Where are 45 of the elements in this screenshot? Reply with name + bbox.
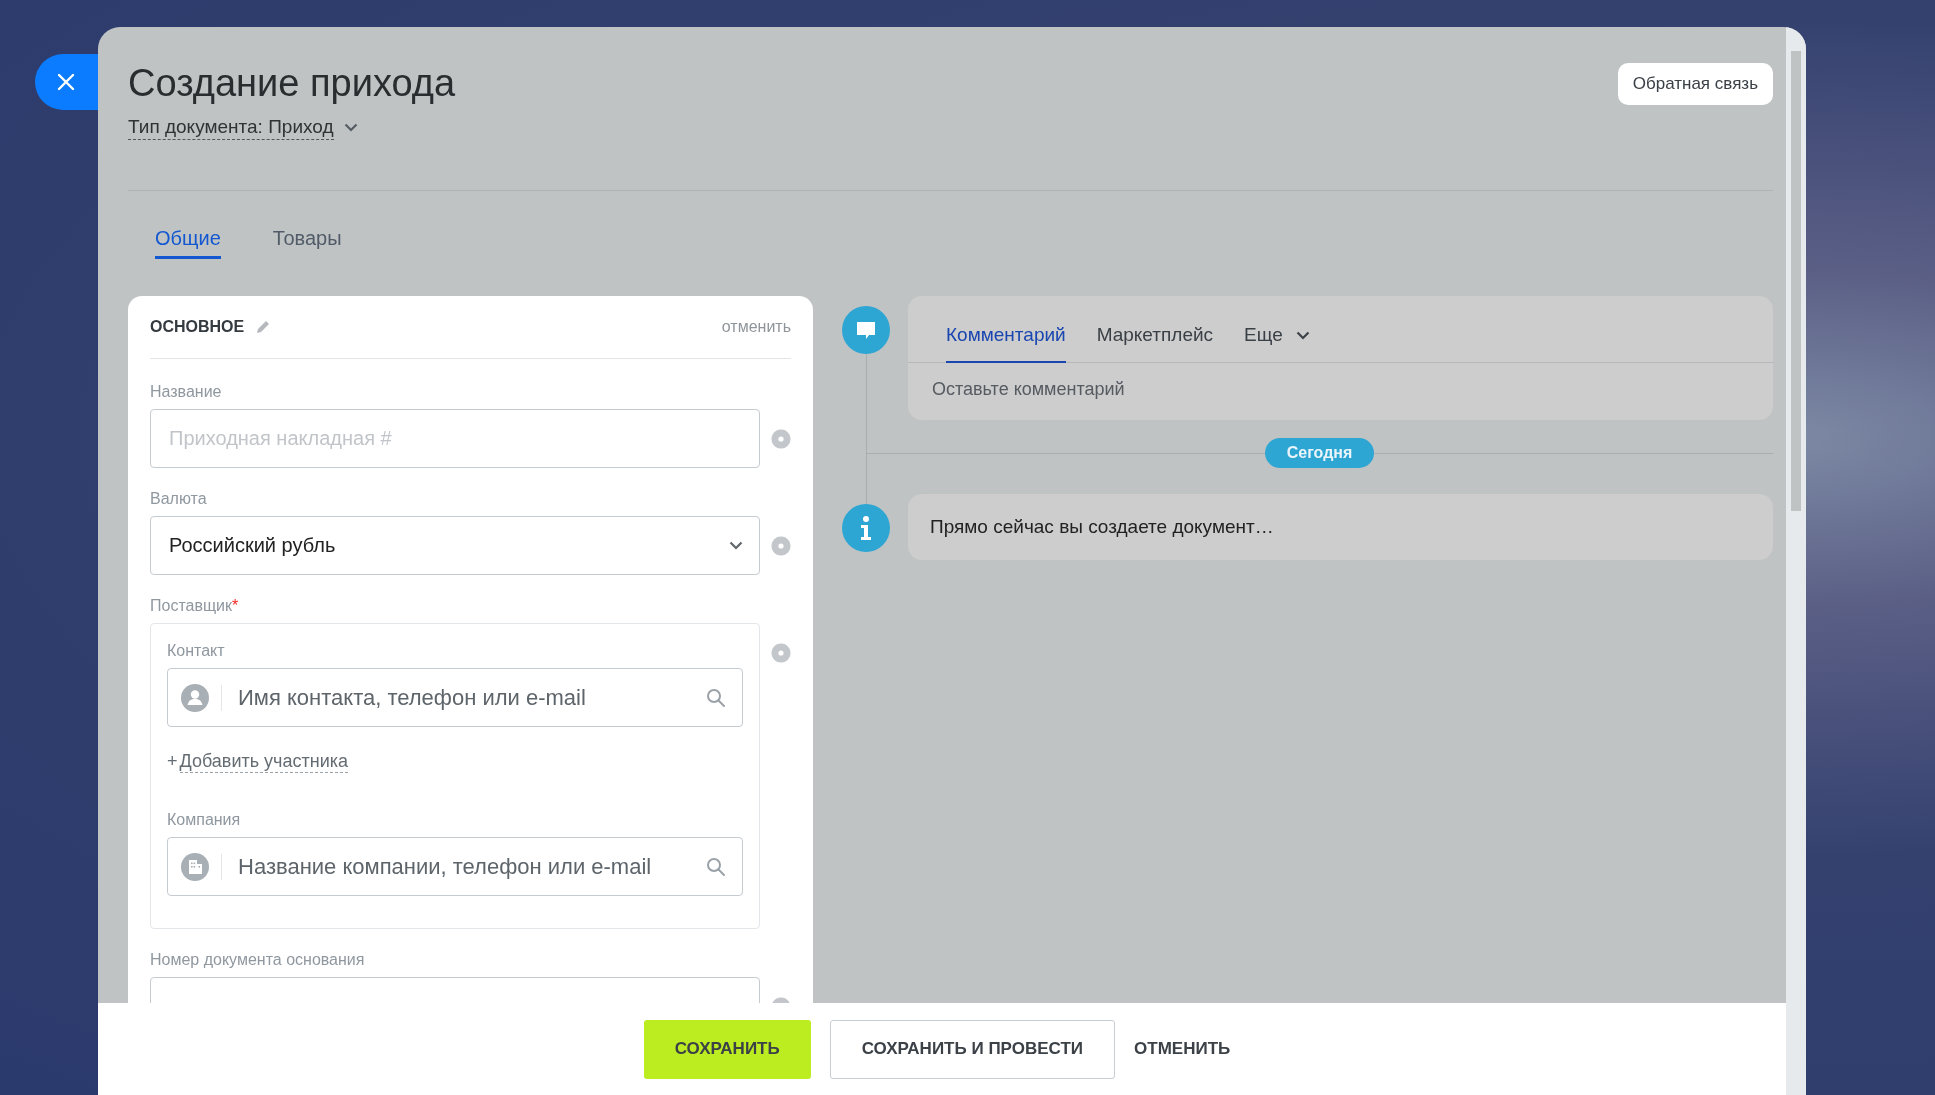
currency-select[interactable]: Российский рубль: [150, 516, 760, 575]
field-label: Контакт: [167, 642, 225, 659]
field-label: Валюта: [150, 490, 207, 507]
section-title: ОСНОВНОЕ: [150, 318, 245, 336]
save-and-post-button[interactable]: СОХРАНИТЬ И ПРОВЕСТИ: [829, 1019, 1116, 1079]
gear-icon[interactable]: [771, 428, 791, 449]
gear-icon[interactable]: [771, 643, 791, 663]
add-participant-link[interactable]: Добавить участника: [179, 751, 348, 773]
close-icon: [57, 73, 75, 91]
company-field[interactable]: Название компании, телефон или e-mail: [167, 837, 743, 896]
building-icon: [181, 852, 209, 881]
close-button[interactable]: [35, 54, 98, 110]
date-badge: Сегодня: [1264, 438, 1375, 468]
composer-tab[interactable]: Еще: [1244, 296, 1310, 363]
contact-field[interactable]: Имя контакта, телефон или e-mail: [167, 668, 743, 727]
contact-input[interactable]: Имя контакта, телефон или e-mail: [236, 683, 706, 712]
composer-tab[interactable]: Маркетплейс: [1096, 296, 1214, 363]
text-field[interactable]: Приходная накладная #: [150, 409, 760, 468]
cancel-button[interactable]: ОТМЕНИТЬ: [1134, 1019, 1231, 1079]
search-icon[interactable]: [706, 856, 726, 877]
field-label: Название: [150, 383, 222, 400]
pencil-icon[interactable]: [256, 320, 271, 334]
person-icon: [181, 683, 209, 712]
required-mark: *: [232, 597, 239, 614]
comment-icon: [842, 306, 890, 354]
chevron-down-icon: [343, 123, 358, 132]
field-label: Поставщик: [150, 597, 233, 614]
scrollbar-thumb[interactable]: [1791, 51, 1801, 511]
field-label: Компания: [167, 811, 241, 828]
feedback-button[interactable]: Обратная связь: [1617, 63, 1773, 105]
tab[interactable]: Общие: [155, 221, 221, 259]
field-label: Номер документа основания: [150, 951, 365, 968]
gear-icon[interactable]: [771, 535, 791, 556]
search-icon[interactable]: [706, 687, 726, 708]
document-type-link[interactable]: Тип документа: Приход: [128, 115, 334, 140]
save-button[interactable]: СОХРАНИТЬ: [643, 1019, 811, 1079]
chevron-down-icon: [729, 541, 743, 550]
company-input[interactable]: Название компании, телефон или e-mail: [236, 852, 706, 881]
plus-mark: +: [167, 751, 178, 772]
scrollbar[interactable]: [1786, 27, 1806, 1095]
tab[interactable]: Товары: [272, 221, 342, 259]
comment-field[interactable]: Оставьте комментарий: [908, 363, 1773, 420]
timeline-text: Прямо сейчас вы создаете документ…: [930, 516, 1274, 537]
info-icon: [842, 504, 890, 552]
page-title: Создание прихода: [128, 61, 456, 106]
